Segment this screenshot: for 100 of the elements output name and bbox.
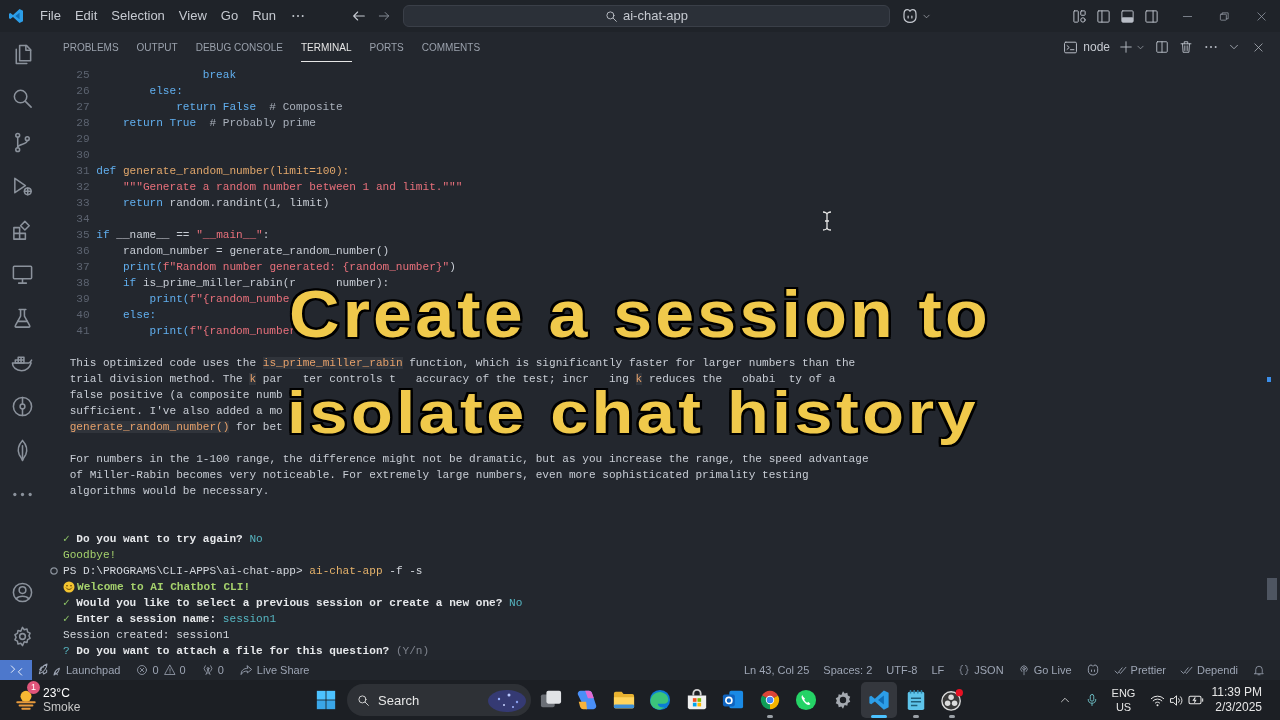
sidebar-left-icon[interactable] bbox=[1096, 8, 1111, 24]
terminal-text: ter controls t bbox=[302, 372, 396, 387]
terminal-text: ing k reduces the bbox=[608, 372, 723, 387]
language-mode[interactable]: JSON bbox=[958, 661, 1004, 679]
search-highlight-art bbox=[487, 687, 527, 713]
shell-selector[interactable]: node bbox=[1063, 38, 1110, 56]
rocket-icon bbox=[38, 662, 62, 678]
cursor-position[interactable]: Ln 43, Col 25 bbox=[743, 661, 810, 679]
bell-icon[interactable] bbox=[1253, 664, 1265, 676]
ports-button[interactable]: 0 bbox=[201, 661, 224, 679]
copilot-icon[interactable] bbox=[901, 7, 919, 25]
prettier-button[interactable]: Prettier bbox=[1113, 661, 1166, 679]
antenna-icon bbox=[201, 664, 214, 676]
forward-arrow-icon[interactable] bbox=[377, 9, 391, 23]
dependi-button[interactable]: Dependi bbox=[1180, 661, 1238, 679]
close-icon[interactable] bbox=[1253, 41, 1264, 53]
scrollbar-thumb[interactable] bbox=[1267, 578, 1277, 600]
code-text: print(f"Random number generated: {random_number}") bbox=[122, 260, 456, 275]
code-text: else: bbox=[149, 84, 183, 99]
panel-tab[interactable]: COMMENTS bbox=[421, 32, 481, 62]
account-icon[interactable] bbox=[11, 580, 34, 604]
menu-item[interactable]: View bbox=[171, 4, 214, 28]
phone-icon bbox=[795, 689, 818, 711]
encoding-setting[interactable]: UTF-8 bbox=[886, 661, 918, 679]
live-share-button[interactable]: Live Share bbox=[239, 661, 310, 679]
line-number: 25 bbox=[75, 68, 90, 83]
clock-date: 2/3/2025 bbox=[1215, 700, 1262, 715]
command-arguments: -f -s bbox=[389, 564, 423, 579]
indentation-setting[interactable]: Spaces: 2 bbox=[823, 661, 873, 679]
split-icon[interactable] bbox=[1155, 40, 1169, 54]
problems-button[interactable]: 0 0 bbox=[136, 661, 186, 679]
taskbar-app[interactable] bbox=[861, 682, 898, 718]
region-code: US bbox=[1115, 700, 1132, 714]
menu-item[interactable]: Go bbox=[213, 4, 246, 28]
line-number: 40 bbox=[75, 308, 90, 323]
prompt-answer: No bbox=[509, 596, 523, 611]
line-ending-setting[interactable]: LF bbox=[931, 661, 945, 679]
search-icon bbox=[604, 9, 618, 23]
prompt-question: Enter a session name: bbox=[76, 612, 217, 627]
code-text: if is_prime_miller_rabin(r bbox=[122, 276, 296, 290]
terminal-text: Session created: session1 bbox=[63, 628, 230, 643]
weather-temperature: 23°C bbox=[43, 686, 71, 700]
go-live-button[interactable]: Go Live bbox=[1017, 661, 1072, 679]
restore-icon[interactable] bbox=[1219, 10, 1230, 22]
browser-icon bbox=[758, 689, 781, 711]
prompt-question: Do you want to attach a file for this question? bbox=[76, 644, 390, 659]
close-icon[interactable] bbox=[1256, 10, 1267, 22]
plus-icon[interactable] bbox=[1119, 40, 1133, 54]
shell-command: ai-chat-app bbox=[309, 564, 383, 579]
line-number: 31 bbox=[75, 164, 90, 179]
back-arrow-icon[interactable] bbox=[351, 8, 367, 24]
copilot-icon[interactable] bbox=[1085, 663, 1100, 677]
menu-item[interactable]: Run bbox=[245, 4, 283, 28]
copilot-icon bbox=[576, 689, 599, 711]
code-text: break bbox=[202, 68, 237, 83]
check-mark: ✓ bbox=[63, 531, 70, 547]
panel-bottom-icon[interactable] bbox=[1120, 8, 1135, 24]
store-icon bbox=[685, 689, 708, 711]
smiley-icon bbox=[63, 581, 75, 593]
terminal-text: obabi bbox=[742, 372, 776, 387]
braces-icon bbox=[958, 664, 971, 676]
panel-tab[interactable]: OUTPUT bbox=[136, 32, 178, 62]
code-text: return random.randint(1, limit) bbox=[122, 196, 330, 211]
panel-tab[interactable]: DEBUG CONSOLE bbox=[195, 32, 283, 62]
weather-icon[interactable] bbox=[15, 689, 37, 711]
line-number: 29 bbox=[75, 132, 90, 147]
prompt-hint: (Y/n) bbox=[395, 644, 430, 659]
launchpad-button[interactable]: Launchpad bbox=[38, 661, 121, 679]
share-arrow-icon bbox=[239, 663, 253, 677]
terminal-icon bbox=[1063, 39, 1079, 55]
menu-item[interactable]: Selection bbox=[104, 4, 172, 28]
running-indicator bbox=[949, 715, 956, 718]
clock-time: 11:39 PM bbox=[1211, 685, 1262, 700]
menu-item[interactable]: File bbox=[33, 4, 68, 28]
terminal-text: sufficient. I've also added a mo bbox=[69, 404, 283, 419]
mail-icon bbox=[722, 689, 745, 711]
wifi-icon[interactable] bbox=[1149, 692, 1165, 708]
weather-condition: Smoke bbox=[43, 700, 81, 714]
panel-tab[interactable]: PORTS bbox=[369, 32, 404, 62]
line-number: 27 bbox=[75, 100, 90, 115]
error-icon bbox=[136, 664, 149, 676]
windows-logo-icon[interactable] bbox=[316, 690, 336, 710]
input-language[interactable]: ENG US bbox=[1110, 686, 1137, 714]
code-editor-logo-icon bbox=[8, 8, 24, 24]
language-code: ENG bbox=[1111, 686, 1136, 700]
line-number: 32 bbox=[75, 180, 90, 195]
trash-icon[interactable] bbox=[1179, 40, 1193, 54]
menu-item[interactable]: Edit bbox=[67, 4, 105, 28]
layout-icon[interactable] bbox=[1072, 8, 1087, 24]
panel-tab[interactable]: TERMINAL bbox=[300, 32, 352, 62]
sidebar-right-icon[interactable] bbox=[1144, 8, 1159, 24]
text-cursor-icon bbox=[822, 211, 832, 231]
git-graph-icon[interactable] bbox=[11, 394, 34, 418]
panel-tab[interactable]: PROBLEMS bbox=[63, 32, 119, 62]
command-center-search[interactable]: ai-chat-app bbox=[403, 5, 890, 27]
caption-text: isolate chat history bbox=[286, 387, 980, 448]
terminal-text: Goodbye! bbox=[63, 548, 117, 563]
search-icon bbox=[357, 694, 370, 707]
volume-icon[interactable] bbox=[1168, 692, 1184, 708]
settings-icon[interactable] bbox=[11, 624, 34, 648]
